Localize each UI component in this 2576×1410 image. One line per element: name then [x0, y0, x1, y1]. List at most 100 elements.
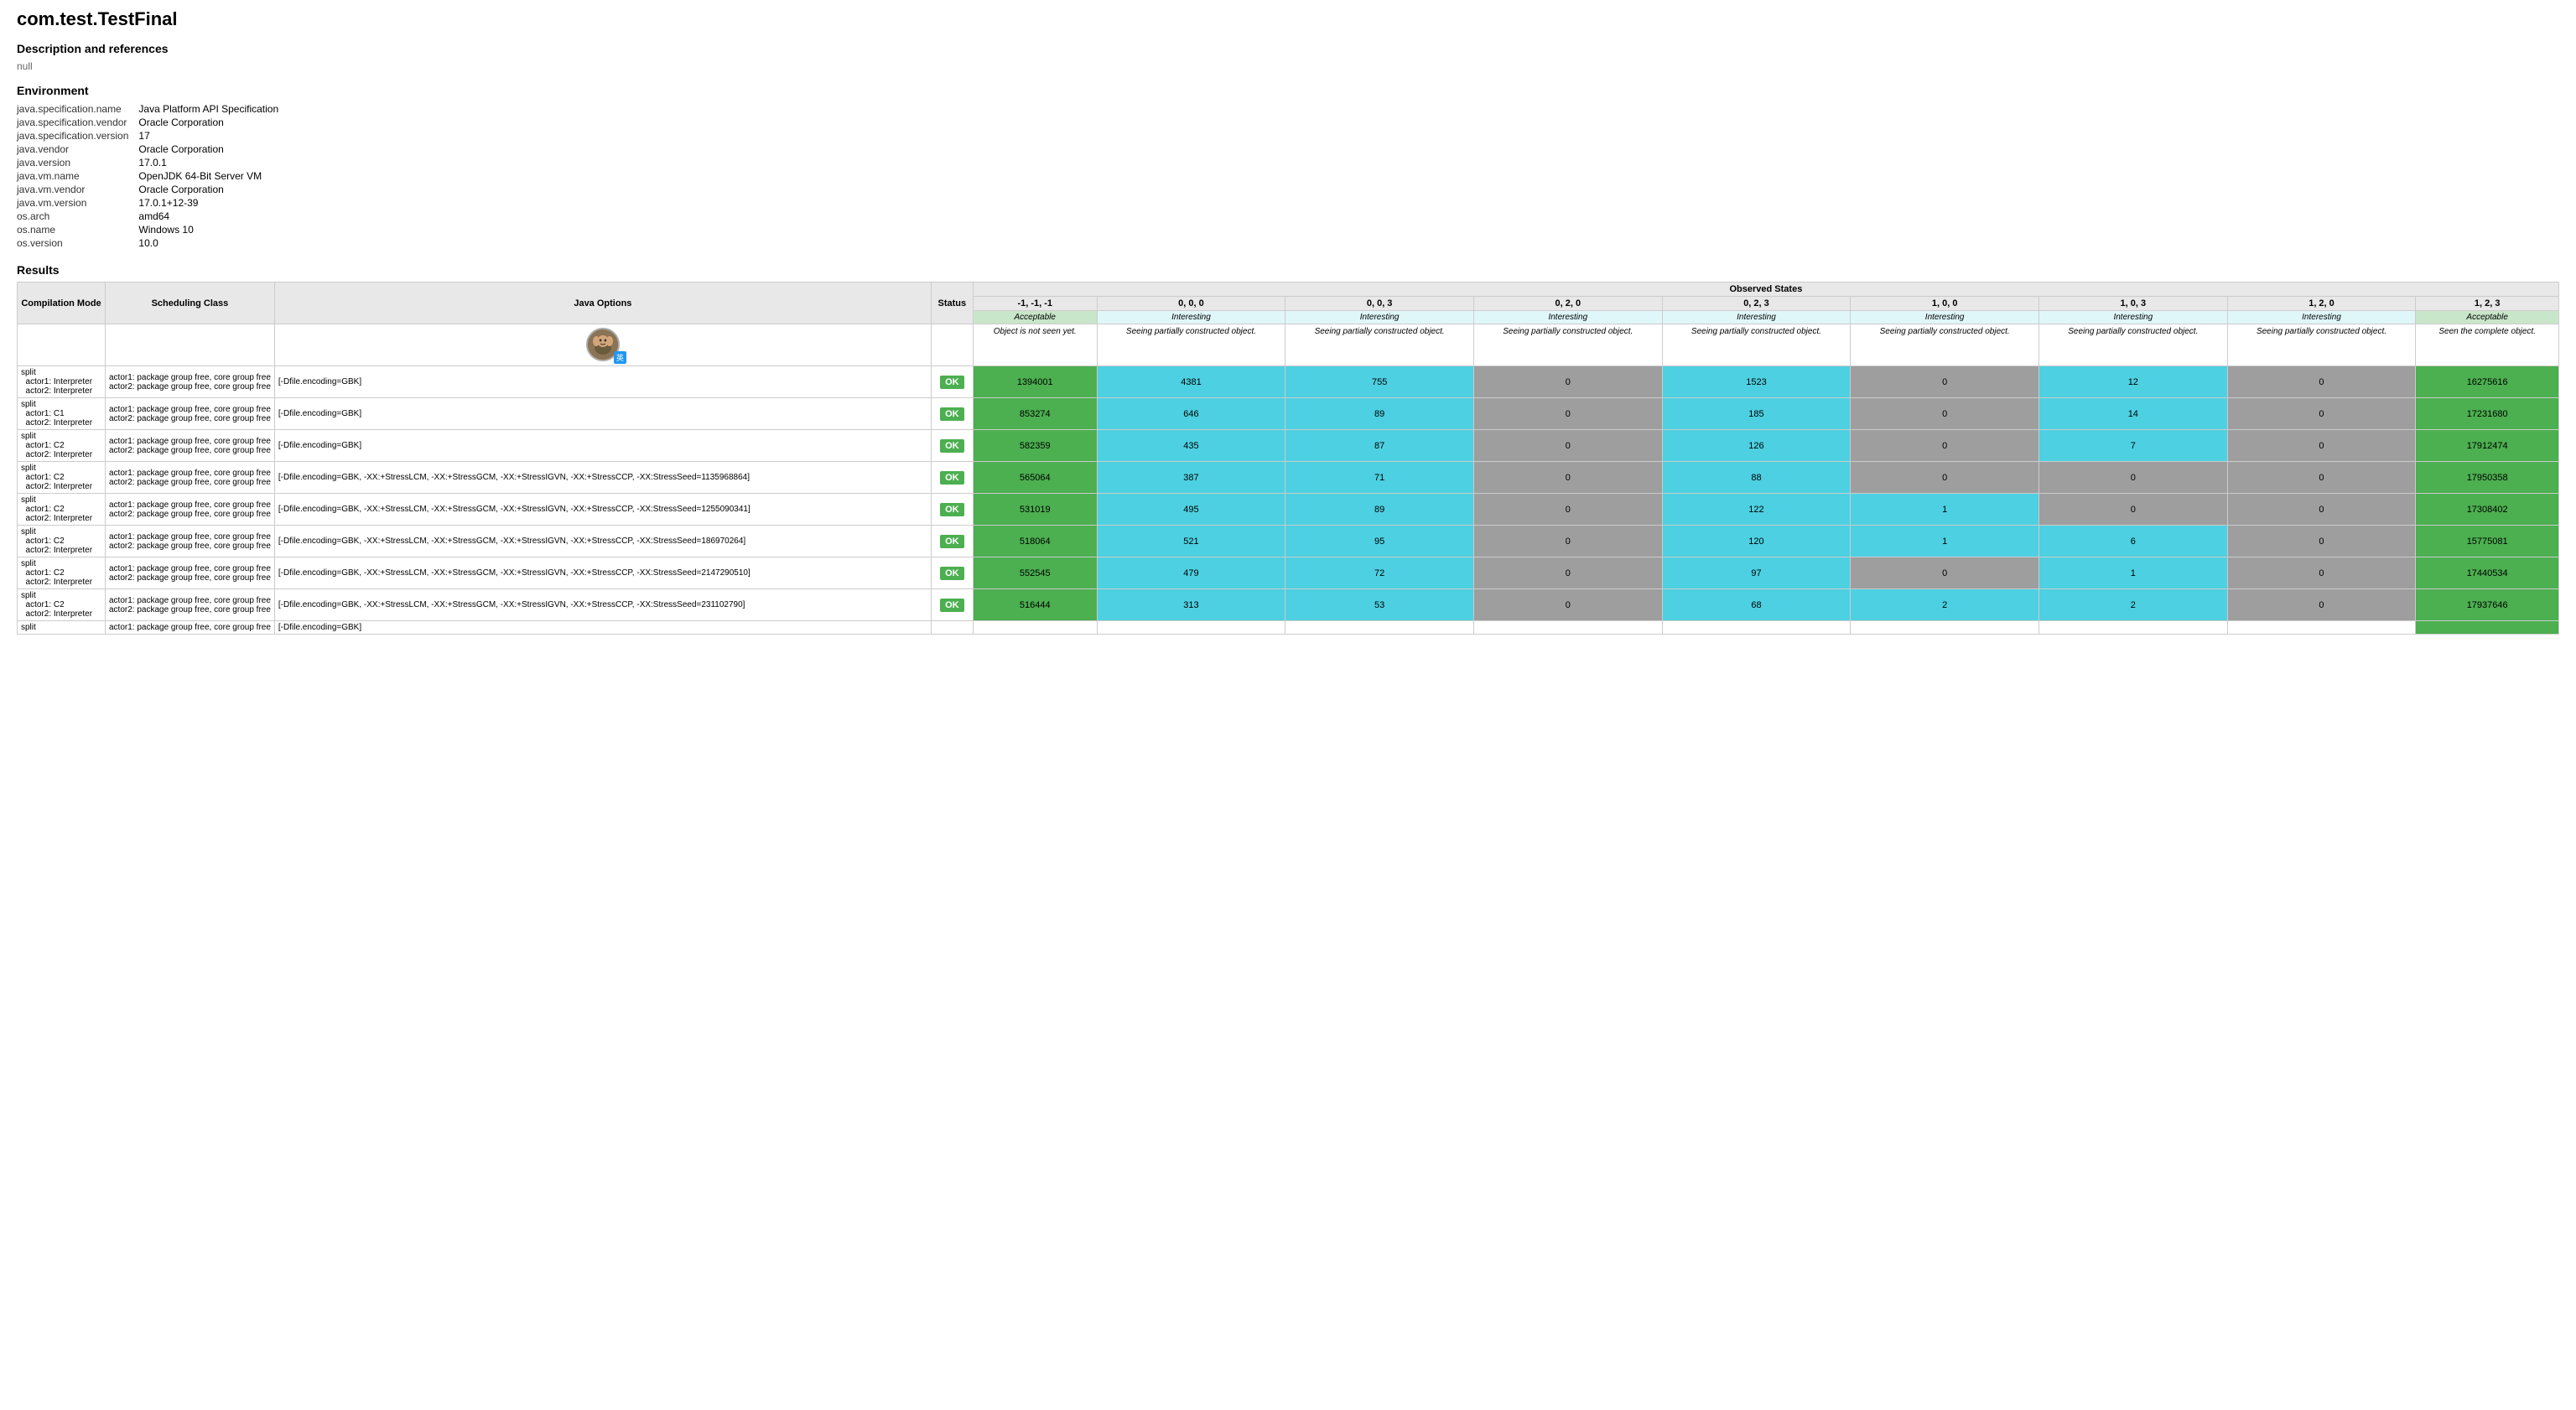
empty-cell	[18, 324, 106, 366]
observed-col-header: 1, 0, 3	[2038, 297, 2227, 311]
table-row: splitactor1: package group free, core gr…	[18, 621, 2559, 635]
observed-type-header: Interesting	[1662, 311, 1851, 324]
env-value: 17	[138, 129, 288, 143]
description-heading: Description and references	[17, 42, 2559, 55]
status-cell: OK	[931, 557, 973, 589]
description-value: null	[17, 60, 2559, 72]
java-options-cell: [-Dfile.encoding=GBK, -XX:+StressLCM, -X…	[274, 589, 931, 621]
env-row: os.nameWindows 10	[17, 223, 288, 236]
observed-value-cell: 0	[1851, 557, 2039, 589]
scheduling-cell: actor1: package group free, core group f…	[106, 621, 275, 635]
observed-value-cell: 14	[2038, 398, 2227, 430]
compilation-cell: split actor1: C2 actor2: Interpreter	[18, 494, 106, 526]
env-value: Java Platform API Specification	[138, 102, 288, 116]
observed-value-cell: 7	[2038, 430, 2227, 462]
observed-value-cell: 95	[1285, 526, 1474, 557]
observed-value-cell: 120	[1662, 526, 1851, 557]
table-row: split actor1: C2 actor2: Interpreteracto…	[18, 557, 2559, 589]
observed-col-header: 1, 0, 0	[1851, 297, 2039, 311]
status-cell: OK	[931, 430, 973, 462]
observed-value-cell: 122	[1662, 494, 1851, 526]
observed-col-header: 1, 2, 3	[2416, 297, 2559, 311]
environment-heading: Environment	[17, 84, 2559, 97]
environment-table: java.specification.nameJava Platform API…	[17, 102, 288, 250]
observed-value-cell: 71	[1285, 462, 1474, 494]
env-row: java.specification.vendorOracle Corporat…	[17, 116, 288, 129]
observed-value-cell: 479	[1097, 557, 1285, 589]
observed-value-cell: 0	[2227, 366, 2416, 398]
env-key: java.vm.version	[17, 196, 138, 210]
observed-value-cell: 0	[2038, 494, 2227, 526]
status-cell: OK	[931, 589, 973, 621]
observed-value-cell	[1851, 621, 2039, 635]
observed-value-cell: 0	[1473, 462, 1662, 494]
observed-value-cell: 495	[1097, 494, 1285, 526]
env-key: java.specification.name	[17, 102, 138, 116]
observed-col-header: 0, 2, 3	[1662, 297, 1851, 311]
observed-col-header: 0, 0, 3	[1285, 297, 1474, 311]
observed-value-cell: 518064	[973, 526, 1097, 557]
scheduling-cell: actor1: package group free, core group f…	[106, 398, 275, 430]
compilation-cell: split actor1: C2 actor2: Interpreter	[18, 430, 106, 462]
col-header-java-options: Java Options	[274, 283, 931, 324]
observed-value-cell	[2416, 621, 2559, 635]
observed-value-cell: 313	[1097, 589, 1285, 621]
observed-type-header: Acceptable	[973, 311, 1097, 324]
status-cell: OK	[931, 366, 973, 398]
observed-value-cell: 0	[1473, 430, 1662, 462]
observed-value-cell: 17950358	[2416, 462, 2559, 494]
observed-value-cell: 0	[2038, 462, 2227, 494]
status-cell: OK	[931, 494, 973, 526]
observed-value-cell: 0	[2227, 462, 2416, 494]
observed-value-cell: 89	[1285, 398, 1474, 430]
observed-value-cell: 97	[1662, 557, 1851, 589]
observed-type-header: Interesting	[1473, 311, 1662, 324]
observed-value-cell: 0	[1851, 366, 2039, 398]
observed-value-cell	[1473, 621, 1662, 635]
observed-value-cell: 0	[2227, 526, 2416, 557]
scheduling-cell: actor1: package group free, core group f…	[106, 589, 275, 621]
java-options-cell: [-Dfile.encoding=GBK]	[274, 621, 931, 635]
observed-value-cell: 6	[2038, 526, 2227, 557]
env-value: 17.0.1	[138, 156, 288, 169]
observed-value-cell: 1523	[1662, 366, 1851, 398]
status-cell: OK	[931, 462, 973, 494]
observed-value-cell: 565064	[973, 462, 1097, 494]
java-options-cell: [-Dfile.encoding=GBK]	[274, 398, 931, 430]
observed-value-cell: 185	[1662, 398, 1851, 430]
observed-desc-cell: Seeing partially constructed object.	[2227, 324, 2416, 366]
env-key: java.specification.vendor	[17, 116, 138, 129]
observed-value-cell: 516444	[973, 589, 1097, 621]
java-options-cell: [-Dfile.encoding=GBK]	[274, 366, 931, 398]
scheduling-cell: actor1: package group free, core group f…	[106, 430, 275, 462]
observed-desc-cell: Seeing partially constructed object.	[1473, 324, 1662, 366]
compilation-cell: split actor1: C2 actor2: Interpreter	[18, 557, 106, 589]
observed-value-cell: 1	[1851, 494, 2039, 526]
env-key: java.version	[17, 156, 138, 169]
compilation-cell: split actor1: C2 actor2: Interpreter	[18, 462, 106, 494]
observed-value-cell: 0	[1473, 398, 1662, 430]
observed-value-cell: 2	[1851, 589, 2039, 621]
observed-value-cell: 68	[1662, 589, 1851, 621]
observed-value-cell: 435	[1097, 430, 1285, 462]
table-row: split actor1: C2 actor2: Interpreteracto…	[18, 526, 2559, 557]
observed-value-cell: 521	[1097, 526, 1285, 557]
observed-value-cell: 16275616	[2416, 366, 2559, 398]
java-options-cell: [-Dfile.encoding=GBK, -XX:+StressLCM, -X…	[274, 557, 931, 589]
observed-type-header: Interesting	[1285, 311, 1474, 324]
observed-value-cell: 17937646	[2416, 589, 2559, 621]
observed-col-header: 0, 2, 0	[1473, 297, 1662, 311]
observed-value-cell: 0	[2227, 494, 2416, 526]
env-key: java.vm.name	[17, 169, 138, 183]
results-table: Compilation Mode Scheduling Class Java O…	[17, 282, 2559, 635]
empty-cell	[106, 324, 275, 366]
env-row: java.vm.nameOpenJDK 64-Bit Server VM	[17, 169, 288, 183]
env-value: Oracle Corporation	[138, 116, 288, 129]
env-row: java.vm.vendorOracle Corporation	[17, 183, 288, 196]
observed-value-cell: 531019	[973, 494, 1097, 526]
env-row: java.vm.version17.0.1+12-39	[17, 196, 288, 210]
observed-value-cell: 0	[1851, 430, 2039, 462]
observed-value-cell: 17440534	[2416, 557, 2559, 589]
observed-type-header: Interesting	[1097, 311, 1285, 324]
env-row: java.specification.nameJava Platform API…	[17, 102, 288, 116]
